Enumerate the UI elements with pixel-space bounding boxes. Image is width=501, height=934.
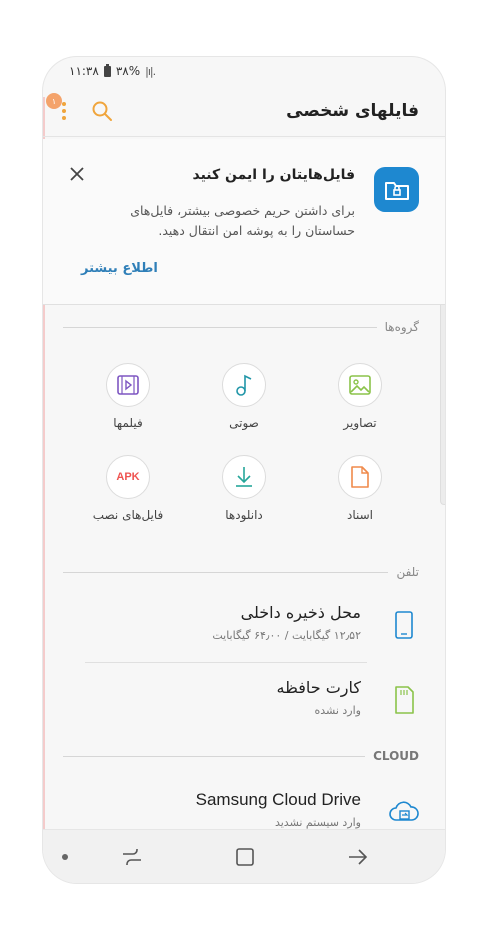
apk-icon: APK [106,455,150,499]
list-divider [85,662,367,663]
sd-card-icon [395,686,414,714]
close-icon[interactable] [69,166,85,182]
app-bar: فایلهای شخصی ۱ [43,85,445,137]
cloud-header: CLOUD [63,749,419,763]
section-divider [63,755,366,757]
section-divider [63,326,377,328]
category-label: تصاویر [343,416,377,430]
category-downloads[interactable]: دانلودها [199,455,289,522]
navigation-bar [43,829,445,883]
section-divider [63,571,389,573]
cloud-icon [389,801,419,821]
edge-panel-handle[interactable] [440,285,445,505]
nav-dot-icon[interactable] [62,854,68,860]
learn-more-link[interactable]: اطلاع بیشتر [81,261,158,276]
category-audio[interactable]: صوتی [199,363,289,430]
categories-header-label: گروه‌ها [384,320,419,334]
back-icon[interactable] [345,844,371,870]
secure-folder-banner: فایل‌هایتان را ایمن کنید برای داشتن حریم… [43,139,445,305]
battery-level: ۳۸% [115,64,141,78]
sd-card-subtitle: وارد نشده [314,704,362,717]
internal-storage-title: محل ذخیره داخلی [240,603,361,622]
category-documents[interactable]: اسناد [315,455,405,522]
home-icon[interactable] [232,844,258,870]
search-icon[interactable] [91,100,113,122]
status-time: ۱۱:۳۸ [69,64,99,78]
battery-icon [103,63,111,77]
phone-screen: ۱۱:۳۸ ۳۸% |ı|. فایلهای شخصی ۱ فایل‌هایتا… [43,57,445,883]
category-label: فایل‌های نصب [92,508,164,522]
category-images[interactable]: تصاویر [315,363,405,430]
category-label: فیلمها [113,416,143,430]
samsung-cloud-subtitle: وارد سیستم نشدید [274,816,361,829]
sd-card-title: کارت حافظه [276,678,361,697]
category-videos[interactable]: فیلمها [83,363,173,430]
secure-folder-icon [374,167,419,212]
phone-header: تلفن [63,565,419,579]
banner-title: فایل‌هایتان را ایمن کنید [192,167,356,183]
download-icon [222,455,266,499]
sd-card-item[interactable]: کارت حافظه وارد نشده [43,670,445,730]
notification-badge: ۱ [46,93,62,109]
music-note-icon [222,363,266,407]
status-bar: ۱۱:۳۸ ۳۸% |ı|. [43,57,445,85]
apk-glyph: APK [116,471,140,483]
category-label: صوتی [229,416,259,430]
phone-header-label: تلفن [396,565,419,579]
recent-apps-icon[interactable] [119,844,145,870]
banner-text: برای داشتن حریم خصوصی بیشتر، فایل‌های حس… [130,203,355,238]
signal-icon: |ı|. [145,64,156,78]
page-title: فایلهای شخصی [286,100,419,121]
video-icon [106,363,150,407]
image-icon [338,363,382,407]
category-label: دانلودها [225,508,263,522]
document-icon [338,455,382,499]
app-actions [59,100,113,122]
cloud-header-label: CLOUD [373,749,419,763]
category-apk[interactable]: APK فایل‌های نصب [83,455,173,522]
internal-storage-item[interactable]: محل ذخیره داخلی ۱۲٫۵۲ گیگابایت / ۶۴٫۰۰ گ… [43,595,445,655]
categories-header: گروه‌ها [63,320,419,334]
phone-icon [395,611,413,639]
category-label: اسناد [346,508,373,522]
internal-storage-subtitle: ۱۲٫۵۲ گیگابایت / ۶۴٫۰۰ گیگابایت [212,629,361,642]
samsung-cloud-title: Samsung Cloud Drive [195,790,361,809]
